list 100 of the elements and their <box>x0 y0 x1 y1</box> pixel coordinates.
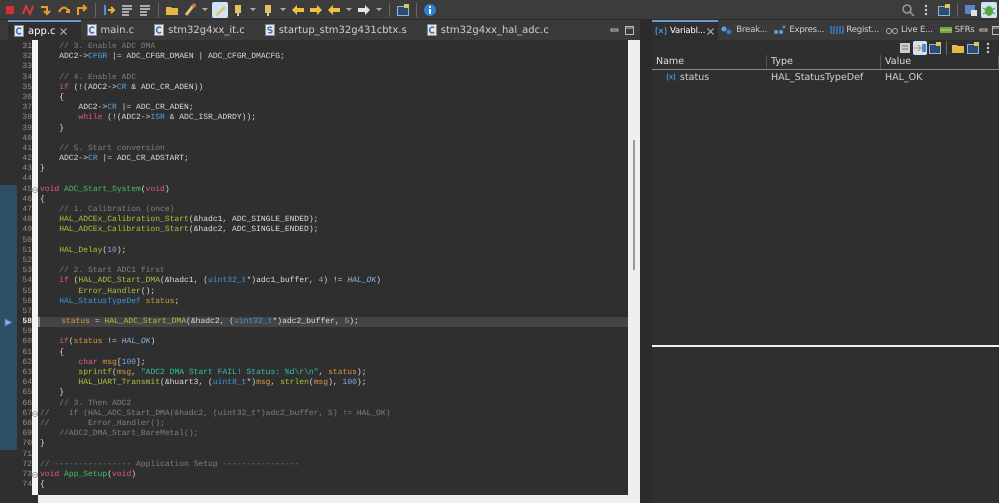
code-line: HAL_ADCEx_Calibration_Start(&hadc2, ADC_SINGLE_ENDED); <box>58 225 318 234</box>
code-line: void ADC_Start_System(void) <box>40 184 170 194</box>
step-return-icon[interactable] <box>74 2 90 18</box>
code-line: // 2. Start ADC1 first <box>58 266 165 276</box>
c-file-icon <box>426 24 437 36</box>
variable-name: status <box>680 72 710 82</box>
code-line: // 3. Then ADC2 <box>58 398 132 408</box>
variables-icon <box>654 26 668 36</box>
line-number: 39 <box>21 124 32 134</box>
code-line: } <box>58 124 64 132</box>
code-line: } <box>40 164 45 174</box>
code-line: status = HAL_ADC_Start_DMA(&hadc2, (uint32_t*)adc2_buffer, 5); <box>60 317 359 326</box>
line-number: 58 <box>21 317 32 328</box>
editor-tab[interactable]: app.c <box>8 20 80 40</box>
view-tab[interactable]: Regist... <box>828 20 883 40</box>
window-icon[interactable] <box>966 40 980 54</box>
close-icon[interactable] <box>707 28 714 34</box>
info-icon[interactable] <box>422 2 438 18</box>
registers-icon <box>830 25 844 35</box>
pen-icon[interactable] <box>212 2 228 18</box>
glasses-icon <box>884 25 899 35</box>
code-line: // 3. Enable ADC DMA <box>58 42 156 51</box>
line-number: 70 <box>21 439 32 450</box>
line-number: 64 <box>21 378 32 388</box>
minimize-icon[interactable] <box>978 26 988 34</box>
arrows-icon[interactable] <box>913 40 927 54</box>
line-number: 63 <box>21 368 32 378</box>
line-number: 35 <box>21 82 32 93</box>
c-file-icon <box>154 24 164 36</box>
column-header[interactable]: Name <box>652 55 767 69</box>
editor-tab[interactable]: main.c <box>80 20 148 40</box>
code-line: { <box>40 194 45 204</box>
fold-icon[interactable] <box>32 186 38 193</box>
editor-tab[interactable]: stm32g4xx_it.c <box>148 20 259 40</box>
view-tab[interactable]: Expres... <box>771 20 828 40</box>
code-line: //ADC2_DMA_Start_BareMetal(); <box>58 429 198 438</box>
line-number: 37 <box>21 103 32 114</box>
code-line: if (HAL_ADC_Start_DMA(&hadc1, (uint32_t*)adc1_buffer, 4) != HAL_OK) <box>58 276 381 286</box>
line-number: 56 <box>21 296 32 307</box>
line-number: 47 <box>21 205 32 216</box>
editor-tab[interactable]: stm32g4xx_hal_adc.c <box>420 20 563 40</box>
column-header[interactable]: Type <box>767 55 881 69</box>
editor-tab[interactable]: startup_stm32g431cbtx.s <box>258 20 421 40</box>
line-number: 62 <box>21 358 32 368</box>
variable-type: HAL_StatusTypeDef <box>770 72 864 82</box>
code-line: // 5. Start conversion <box>58 144 165 153</box>
fold-icon[interactable] <box>32 472 38 478</box>
line-number: 34 <box>21 72 32 83</box>
view-tab[interactable]: SFRs <box>936 20 979 40</box>
line-number: 68 <box>21 418 32 430</box>
code-line: // ---------------- Application Setup ---------------- <box>40 460 300 469</box>
code-line: while (!(ADC2->ISR & ADC_ISR_ADRDY)); <box>77 113 256 122</box>
close-icon[interactable] <box>60 28 66 34</box>
c-file-icon <box>14 25 24 37</box>
line-number: 71 <box>21 450 32 460</box>
brush-icon[interactable] <box>182 2 198 18</box>
line-number: 43 <box>21 164 32 174</box>
line-number: 57 <box>21 306 32 318</box>
view-tab[interactable]: Break... <box>718 20 772 40</box>
line-number: 42 <box>21 154 32 164</box>
line-number: 73 <box>21 470 32 480</box>
vertical-scrollbar[interactable] <box>628 40 640 503</box>
code-line: HAL_ADCEx_Calibration_Start(&hadc1, ADC_SINGLE_ENDED); <box>58 215 318 224</box>
code-line: char msg[100]; <box>77 358 146 367</box>
window-icon[interactable] <box>928 40 942 54</box>
chip-icon <box>938 25 953 35</box>
window-icon[interactable] <box>395 2 411 18</box>
fold-icon[interactable] <box>32 410 38 417</box>
code-line: } <box>40 439 45 448</box>
view-tab[interactable]: Variabl... <box>652 20 718 40</box>
code-line: HAL_Delay(10); <box>58 246 126 255</box>
column-header[interactable]: Value <box>881 55 999 69</box>
horizontal-scrollbar[interactable] <box>38 495 628 503</box>
code-line: Error_Handler(); <box>77 286 156 296</box>
code-line: // 4. Enable ADC <box>58 72 136 82</box>
variable-icon <box>666 73 676 81</box>
search-icon[interactable] <box>900 2 916 18</box>
view-tab[interactable]: Live E... <box>882 20 937 40</box>
c-file-icon <box>86 24 96 36</box>
document-icon[interactable] <box>898 40 912 54</box>
assembly-file-icon <box>264 24 275 36</box>
maximize-icon[interactable] <box>625 26 634 34</box>
window-icon[interactable] <box>936 2 952 18</box>
line-number: 45 <box>21 184 32 195</box>
code-editor[interactable] <box>0 40 628 495</box>
bug-icon[interactable] <box>981 2 997 18</box>
line-number: 72 <box>21 460 32 470</box>
line-number: 44 <box>21 174 32 185</box>
code-line: // Error_Handler(); <box>40 418 165 428</box>
code-line: ADC2->CR |= ADC_CR_ADEN; <box>77 103 194 112</box>
line-number: 41 <box>21 144 32 154</box>
line-number: 54 <box>21 276 32 287</box>
maximize-icon[interactable] <box>992 26 999 34</box>
line-number: 51 <box>21 246 32 256</box>
line-number: 50 <box>21 236 32 246</box>
code-line: { <box>58 348 64 357</box>
line-number: 59 <box>21 327 32 338</box>
minimize-icon[interactable] <box>610 26 619 34</box>
code-line: // 1. Calibration (once) <box>58 205 174 214</box>
line-number: 52 <box>21 256 32 266</box>
